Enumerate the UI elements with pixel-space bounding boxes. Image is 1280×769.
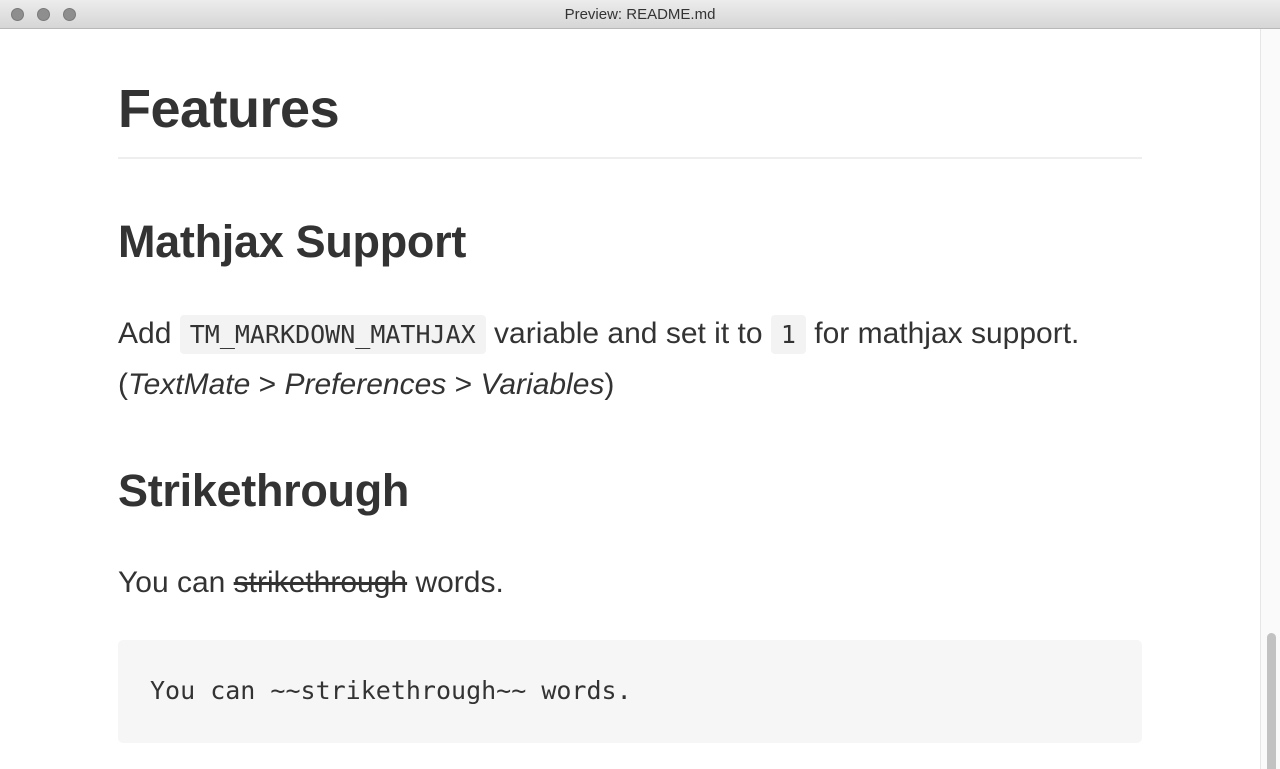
code-block: You can ~~strikethrough~~ words. [118,640,1142,743]
italic-textmate: TextMate [128,368,251,401]
italic-preferences: Preferences [284,368,447,401]
separator-1: > [250,368,285,401]
mathjax-paragraph: Add TM_MARKDOWN_MATHJAX variable and set… [118,309,1142,410]
separator-2: > [446,368,481,401]
markdown-preview-content: Features Mathjax Support Add TM_MARKDOWN… [118,29,1142,769]
title-bar[interactable]: Preview: README.md [0,0,1280,29]
struck-word: strikethrough [233,566,408,599]
close-paren: ) [604,368,615,401]
text-you-can: You can [118,566,234,599]
vertical-scrollbar[interactable] [1260,29,1280,769]
text-variable-set: variable and set it to [485,317,771,350]
inline-code-value: 1 [770,315,806,354]
heading-divider [118,157,1142,159]
text-add: Add [118,317,180,350]
window-title: Preview: README.md [564,6,716,23]
inline-code-variable: TM_MARKDOWN_MATHJAX [179,315,486,354]
text-words: words. [407,566,504,599]
strikethrough-paragraph: You can strikethrough words. [118,558,1142,608]
italic-variables: Variables [480,368,605,401]
scrollbar-thumb[interactable] [1267,633,1276,769]
heading-strikethrough: Strikethrough [118,465,410,516]
preview-window: Preview: README.md Features Mathjax Supp… [0,0,1280,769]
heading-mathjax-support: Mathjax Support [118,216,467,267]
heading-features: Features [118,79,340,139]
